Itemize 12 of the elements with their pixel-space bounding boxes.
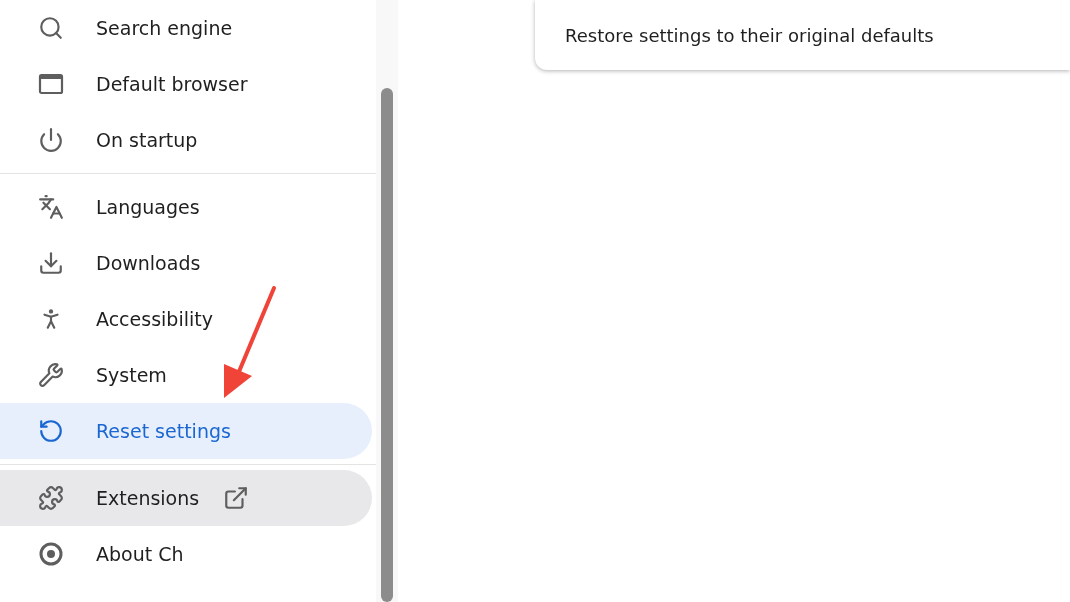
reset-card[interactable]: Restore settings to their original defaults [535, 0, 1070, 70]
sidebar-item[interactable]: Downloads [0, 235, 372, 291]
sidebar-item[interactable]: Languages [0, 179, 372, 235]
sidebar-item[interactable]: Extensions [0, 470, 372, 526]
sidebar-item[interactable]: Default browser [0, 56, 372, 112]
sidebar-item[interactable]: About Ch [0, 526, 372, 582]
sidebar-item[interactable]: Reset settings [0, 403, 372, 459]
sidebar-item[interactable]: Search engine [0, 0, 372, 56]
card-text: Restore settings to their original defaults [565, 24, 934, 46]
sidebar-item[interactable]: On startup [0, 112, 372, 168]
sidebar-item[interactable]: Accessibility [0, 291, 372, 347]
sidebar-item[interactable]: System [0, 347, 372, 403]
